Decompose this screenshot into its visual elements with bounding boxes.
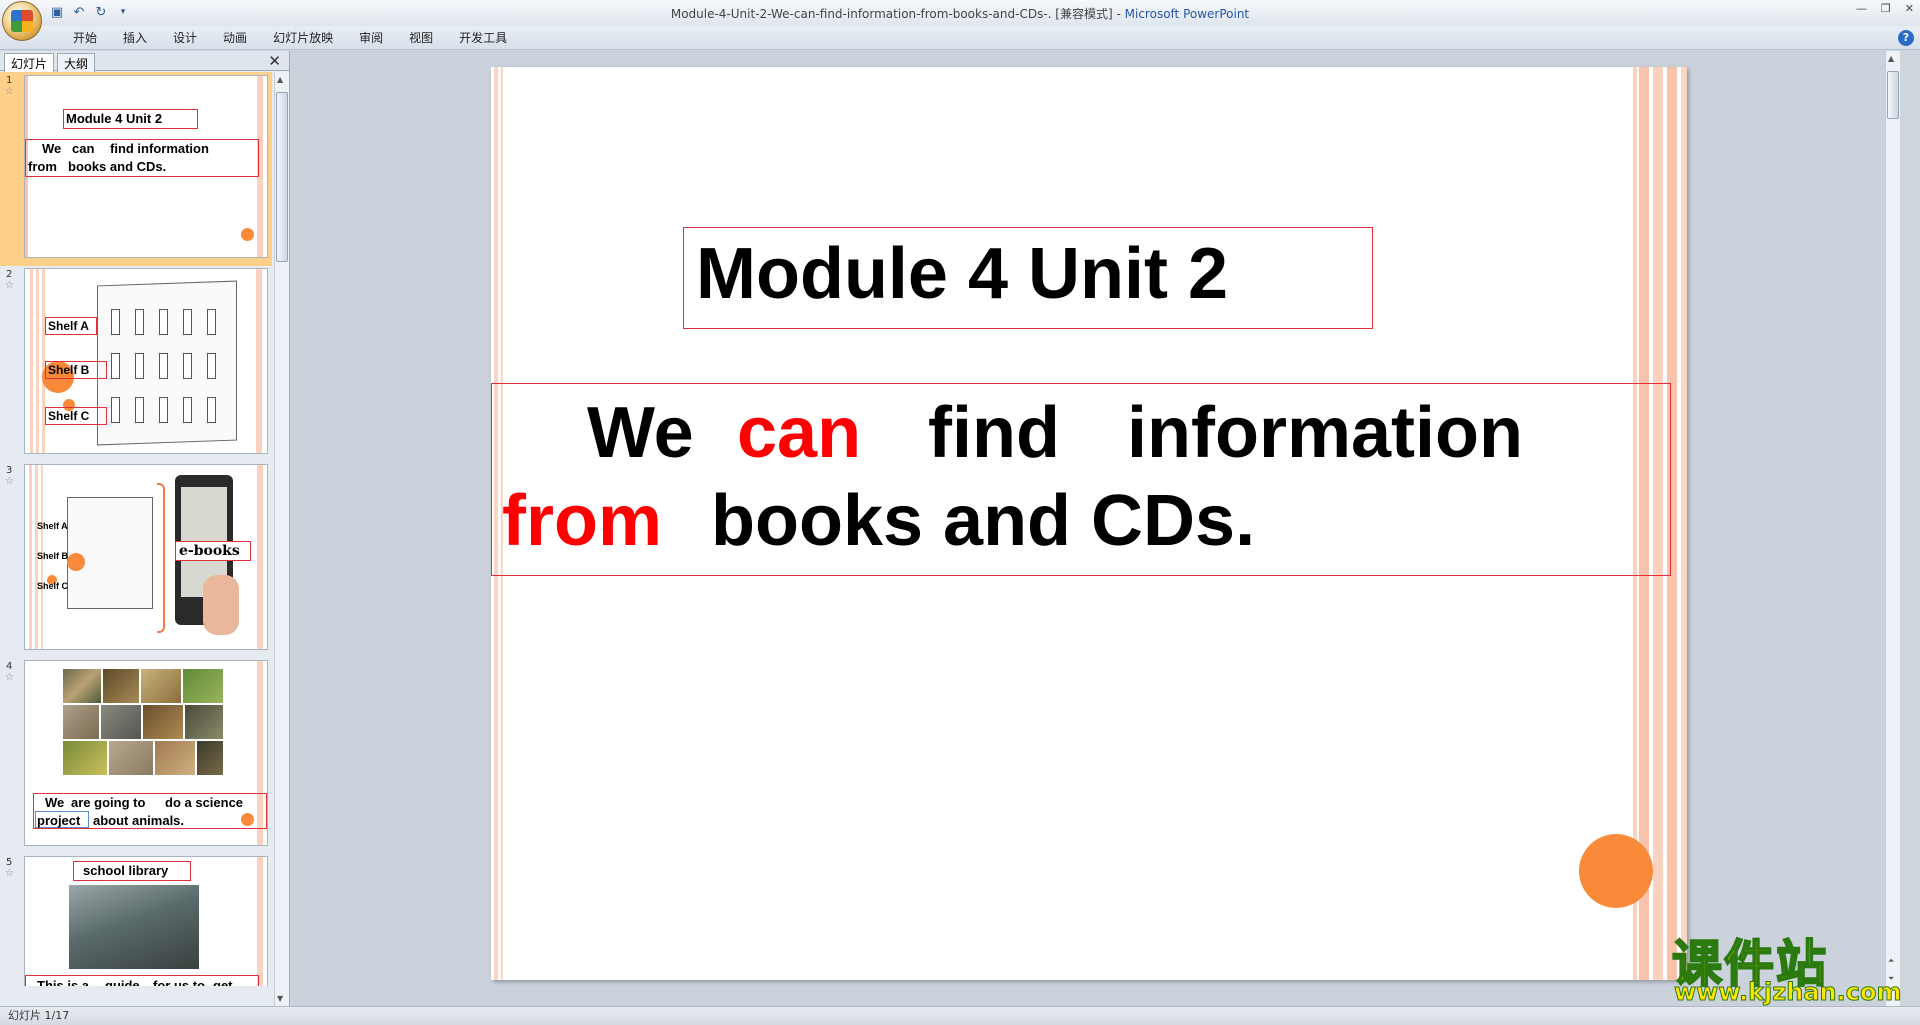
slide-number: 1 — [6, 75, 13, 86]
word-find: find — [928, 393, 1060, 473]
tab-design[interactable]: 设计 — [160, 30, 210, 46]
slide-thumbnail-2[interactable]: Shelf A Shelf B Shelf C — [24, 268, 268, 454]
document-name: Module-4-Unit-2-We-can-find-information-… — [670, 7, 1113, 21]
thumbnail-slot-4[interactable]: 4 ☆ We are going to do a science project… — [0, 658, 272, 854]
ribbon: 开始 插入 设计 动画 幻灯片放映 审阅 视图 开发工具 ? — [0, 26, 1920, 50]
tab-insert[interactable]: 插入 — [110, 30, 160, 46]
thumb-word-red: get — [213, 978, 233, 986]
tab-outline[interactable]: 大纲 — [57, 53, 96, 73]
slide-title: Module 4 Unit 2 — [696, 234, 1229, 314]
panel-tabs: 幻灯片 大纲 ✕ — [0, 51, 289, 73]
word-we: We — [587, 393, 694, 473]
animation-star-icon: ☆ — [5, 476, 14, 487]
watermark-url: www.kjzhan.com — [1673, 978, 1902, 1007]
thumb-title: school library — [83, 863, 169, 878]
thumbnail-slot-1[interactable]: 1 ☆ Module 4 Unit 2 We can find informat… — [0, 72, 272, 266]
minimize-icon[interactable]: — — [1856, 2, 1867, 15]
thumbnail-slot-2[interactable]: 2 ☆ Shelf A Shelf B Shelf C — [0, 266, 272, 462]
tab-slideshow[interactable]: 幻灯片放映 — [260, 30, 346, 46]
slide-thumbnail-5[interactable]: school library This is a guide for us to… — [24, 856, 268, 986]
word-can: can — [737, 393, 862, 473]
slide-editor: Module 4 Unit 2 We can find information … — [291, 51, 1900, 1006]
animation-star-icon: ☆ — [5, 672, 14, 683]
slide-number: 4 — [6, 661, 13, 672]
thumb-word: project — [37, 813, 81, 828]
thumb-word: We — [45, 795, 65, 810]
title-bar: ▣ ↶ ↻ ▾ Module-4-Unit-2-We-can-find-info… — [0, 0, 1920, 26]
title-separator: - — [1112, 7, 1125, 21]
thumb-label: Shelf C — [37, 581, 69, 591]
thumb-word-red: are going to — [71, 795, 146, 810]
hand-image — [203, 575, 239, 635]
thumb-word: about animals. — [93, 813, 185, 828]
slide-number: 2 — [6, 269, 13, 280]
slide-scrollbar[interactable]: ▲ ⏶ ⏷ — [1885, 51, 1900, 1006]
thumb-label: Shelf A — [48, 319, 89, 333]
slide-thumbnail-1[interactable]: Module 4 Unit 2 We can find information … — [24, 75, 268, 258]
orange-circle-decoration — [1579, 834, 1653, 908]
thumbnail-slot-3[interactable]: 3 ☆ Shelf A Shelf B Shelf C e-books — [0, 462, 272, 658]
thumb-title: Module 4 Unit 2 — [66, 111, 163, 126]
word-information: information — [1127, 393, 1523, 473]
app-name: Microsoft PowerPoint — [1124, 7, 1250, 21]
animation-star-icon: ☆ — [5, 280, 14, 291]
thumb-word-red: can — [72, 141, 95, 156]
animation-star-icon: ☆ — [5, 86, 14, 97]
status-bar: 幻灯片 1/17 — [0, 1006, 1920, 1025]
thumb-word-red: from — [28, 159, 57, 174]
thumbnail-list: 1 ☆ Module 4 Unit 2 We can find informat… — [0, 72, 274, 986]
thumb-word: find information — [110, 141, 209, 156]
thumb-label: e-books — [179, 543, 240, 559]
scroll-down-icon[interactable]: ▼ — [277, 994, 283, 1003]
watermark-logo: 课件站 www.kjzhan.com — [1671, 924, 1902, 1007]
slide-number: 5 — [6, 857, 13, 868]
ribbon-tabs: 开始 插入 设计 动画 幻灯片放映 审阅 视图 开发工具 — [60, 30, 520, 46]
thumb-word: do a science — [165, 795, 244, 810]
thumb-word: This is a — [37, 978, 90, 986]
help-icon[interactable]: ? — [1898, 30, 1914, 46]
thumb-word: guide — [105, 978, 140, 986]
scroll-thumb[interactable] — [1887, 71, 1899, 119]
slide-thumbnail-3[interactable]: Shelf A Shelf B Shelf C e-books — [24, 464, 268, 650]
thumb-word: books and CDs. — [68, 159, 167, 174]
word-from: from — [502, 481, 662, 561]
tab-home[interactable]: 开始 — [60, 30, 110, 46]
current-slide[interactable]: Module 4 Unit 2 We can find information … — [491, 67, 1687, 980]
words-books-and-cds: books and CDs. — [711, 481, 1256, 561]
office-logo-icon — [11, 10, 33, 32]
slide-number: 3 — [6, 465, 13, 476]
thumbnail-scrollbar[interactable]: ▲ ▼ — [274, 72, 289, 1006]
tab-slides[interactable]: 幻灯片 — [4, 53, 55, 73]
thumb-label: Shelf C — [48, 409, 90, 423]
thumb-word: We — [42, 141, 62, 156]
slide-thumbnail-4[interactable]: We are going to do a science project abo… — [24, 660, 268, 846]
title-placeholder[interactable]: Module 4 Unit 2 — [683, 227, 1373, 329]
thumb-orange-dot — [241, 228, 254, 241]
thumb-label: Shelf B — [48, 363, 90, 377]
thumb-word: for us to — [153, 978, 205, 986]
tab-developer[interactable]: 开发工具 — [446, 30, 520, 46]
library-photo — [69, 885, 199, 969]
subtitle-placeholder[interactable]: We can find information from books and C… — [491, 383, 1671, 576]
slide-counter: 幻灯片 1/17 — [8, 1009, 70, 1022]
restore-icon[interactable]: ❐ — [1881, 2, 1891, 15]
close-panel-icon[interactable]: ✕ — [268, 52, 281, 70]
thumb-label: Shelf B — [37, 551, 69, 561]
tab-review[interactable]: 审阅 — [346, 30, 396, 46]
thumb-label: Shelf A — [37, 521, 68, 531]
scroll-thumb[interactable] — [276, 92, 288, 262]
scroll-up-icon[interactable]: ▲ — [1888, 54, 1894, 63]
scroll-up-icon[interactable]: ▲ — [277, 75, 283, 84]
tab-animations[interactable]: 动画 — [210, 30, 260, 46]
slides-panel: 幻灯片 大纲 ✕ 1 ☆ Module 4 Unit 2 We can find… — [0, 51, 290, 1006]
close-icon[interactable]: ✕ — [1905, 2, 1914, 15]
window-controls: — ❐ ✕ — [1856, 2, 1914, 15]
office-button[interactable] — [2, 1, 42, 41]
window-title: Module-4-Unit-2-We-can-find-information-… — [0, 5, 1920, 22]
animation-star-icon: ☆ — [5, 868, 14, 879]
tab-view[interactable]: 视图 — [396, 30, 446, 46]
thumbnail-slot-5[interactable]: 5 ☆ school library This is a guide for u… — [0, 854, 272, 986]
